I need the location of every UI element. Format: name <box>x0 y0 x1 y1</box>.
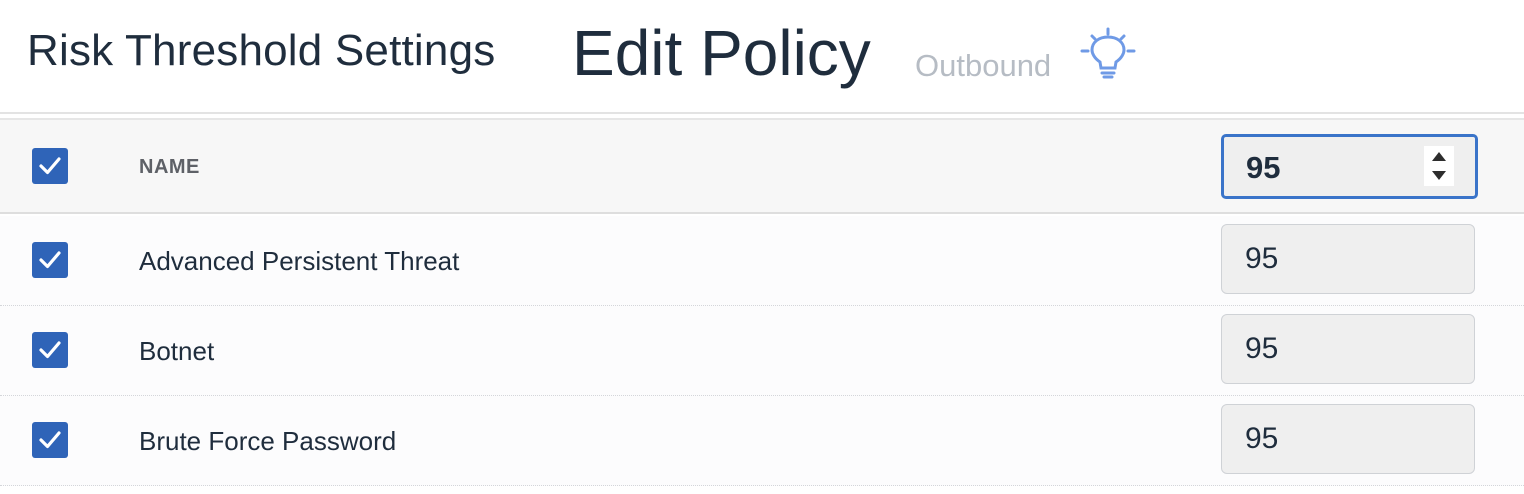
decrement-arrow-icon[interactable] <box>1432 171 1446 180</box>
column-header-name[interactable]: NAME <box>139 156 200 179</box>
select-all-checkbox[interactable] <box>32 148 68 184</box>
header-divider <box>0 112 1524 114</box>
threshold-input[interactable]: 95 <box>1221 224 1475 294</box>
threshold-value: 95 <box>1245 332 1279 365</box>
table-row: Advanced Persistent Threat 95 <box>0 216 1524 306</box>
bulk-threshold-input[interactable]: 95 <box>1221 134 1478 199</box>
bulk-threshold-value: 95 <box>1246 150 1281 185</box>
row-checkbox[interactable] <box>32 332 68 368</box>
table-header-row: NAME 95 <box>0 118 1524 214</box>
page-title: Edit Policy <box>572 17 871 89</box>
table-row: Botnet 95 <box>0 306 1524 396</box>
checkmark-icon <box>39 251 61 269</box>
row-checkbox[interactable] <box>32 242 68 278</box>
checkmark-icon <box>39 157 61 175</box>
section-title: Risk Threshold Settings <box>27 26 496 75</box>
checkmark-icon <box>39 431 61 449</box>
threshold-input[interactable]: 95 <box>1221 404 1475 474</box>
page-header: Risk Threshold Settings Edit Policy Outb… <box>0 0 1524 112</box>
row-name: Advanced Persistent Threat <box>139 246 460 276</box>
threshold-input[interactable]: 95 <box>1221 314 1475 384</box>
threshold-value: 95 <box>1245 422 1279 455</box>
table-row: Brute Force Password 95 <box>0 396 1524 486</box>
direction-label: Outbound <box>915 48 1052 83</box>
row-name: Brute Force Password <box>139 426 397 456</box>
threshold-value: 95 <box>1245 242 1279 275</box>
increment-arrow-icon[interactable] <box>1432 152 1446 161</box>
number-stepper[interactable] <box>1424 146 1454 186</box>
checkmark-icon <box>39 341 61 359</box>
row-checkbox[interactable] <box>32 422 68 458</box>
lightbulb-icon[interactable] <box>1078 26 1138 82</box>
row-name: Botnet <box>139 336 215 366</box>
